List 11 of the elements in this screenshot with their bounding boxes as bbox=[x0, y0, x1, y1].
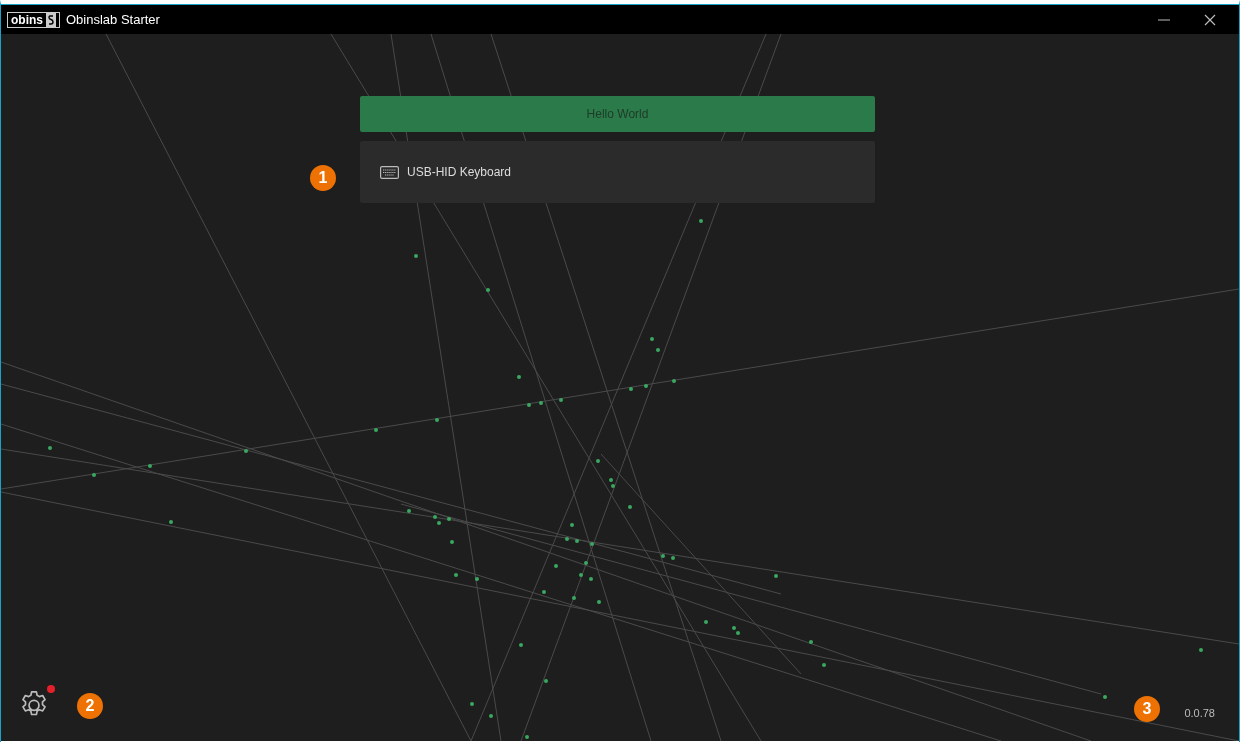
minimize-icon bbox=[1158, 18, 1170, 21]
keyboard-icon bbox=[380, 165, 399, 179]
device-item[interactable]: USB-HID Keyboard bbox=[360, 141, 875, 203]
callout-badge: 3 bbox=[1134, 696, 1160, 722]
close-icon bbox=[1204, 13, 1216, 26]
window-title: Obinslab Starter bbox=[66, 10, 160, 29]
callout-badge: 1 bbox=[310, 165, 336, 191]
logo-mark-icon bbox=[46, 12, 56, 27]
callout-badge: 2 bbox=[77, 693, 103, 719]
version-label: 0.0.78 bbox=[1184, 706, 1215, 721]
app-logo: obins bbox=[7, 11, 60, 28]
